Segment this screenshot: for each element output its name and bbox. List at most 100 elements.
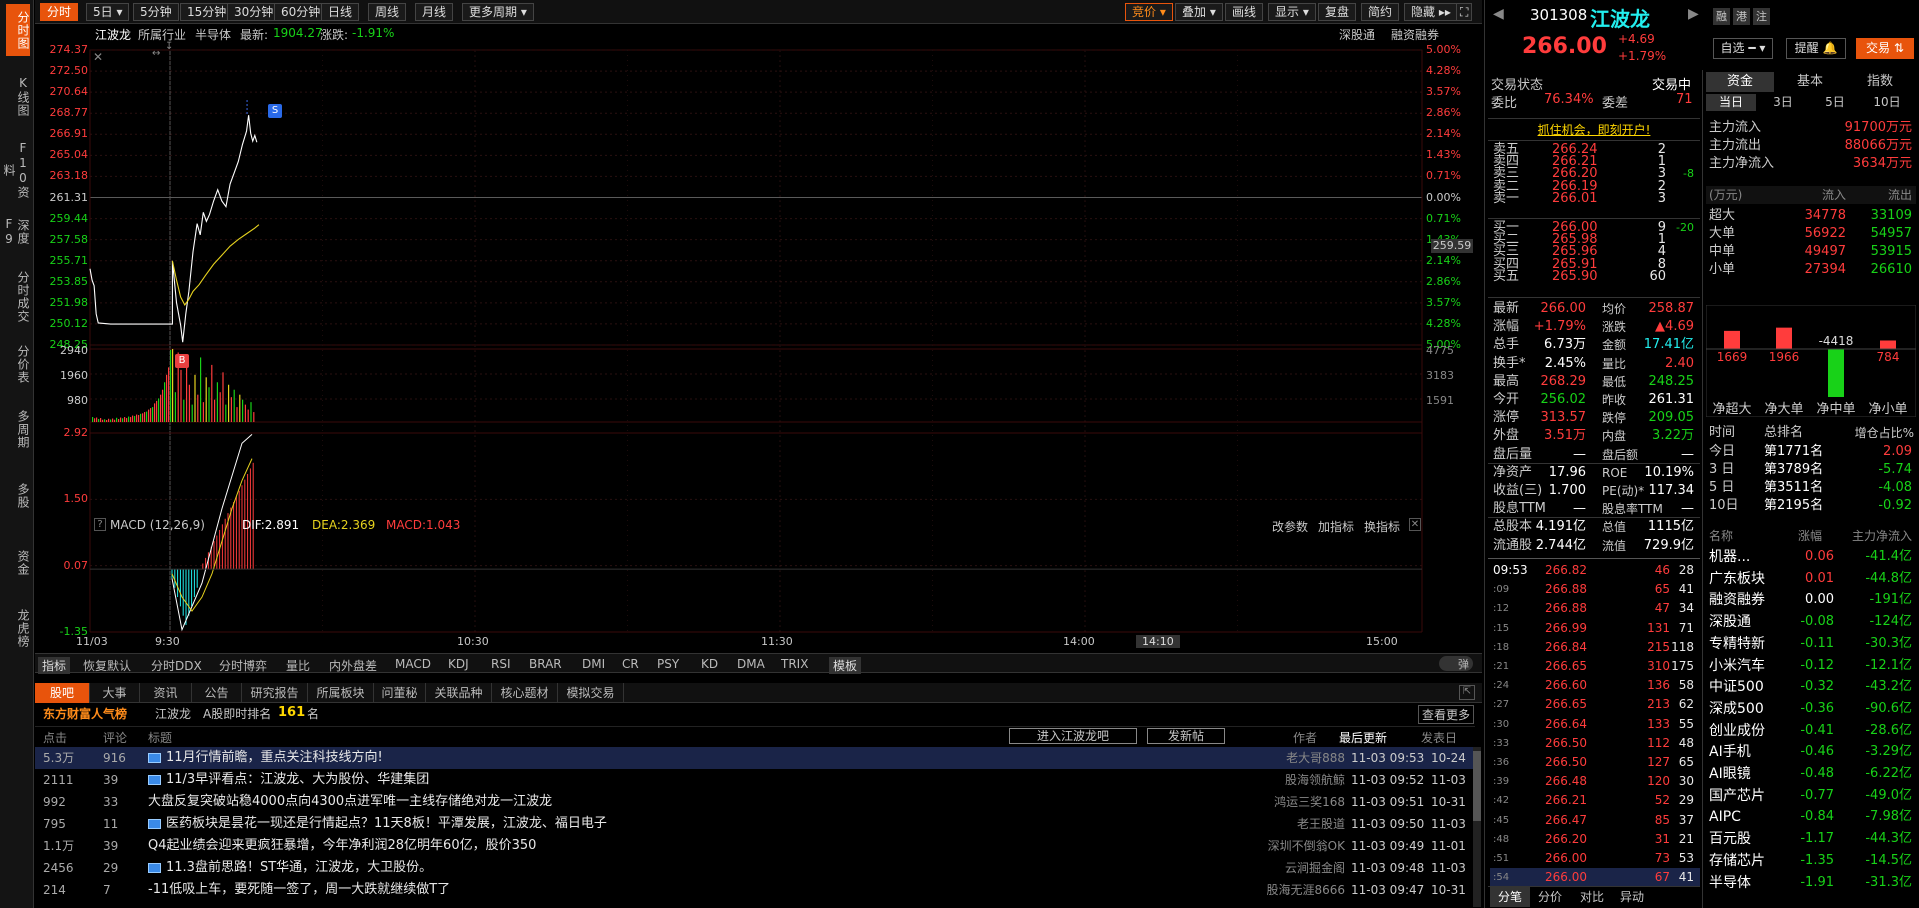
- news-author[interactable]: 老王股道: [1255, 813, 1345, 835]
- display-button[interactable]: 显示 ▾: [1268, 3, 1316, 21]
- tab-fund[interactable]: 资金: [1706, 72, 1774, 92]
- sector-row[interactable]: 专精特新 -0.11 -30.3亿: [1706, 633, 1916, 655]
- tab-announcements[interactable]: 公告: [192, 683, 242, 703]
- tab-core-topics[interactable]: 核心题材: [492, 683, 558, 703]
- ind-macd[interactable]: MACD: [395, 657, 431, 671]
- sector-row[interactable]: AI眼镜 -0.48 -6.22亿: [1706, 763, 1916, 785]
- nav-fund[interactable]: 资金: [4, 545, 30, 581]
- tab-guba[interactable]: 股吧: [35, 683, 90, 703]
- ind-template[interactable]: 模板: [829, 657, 862, 674]
- news-author[interactable]: 股海领航鲸: [1255, 769, 1345, 791]
- subtab-10d[interactable]: 10日: [1862, 94, 1912, 111]
- auction-button[interactable]: 竞价 ▾: [1125, 3, 1173, 21]
- news-row[interactable]: 5.3万 916 11月行情前瞻，重点关注科技线方向! 老大哥888 11-03 09:…: [35, 747, 1475, 769]
- ask-row[interactable]: 卖一 266.01 3: [1490, 192, 1700, 205]
- news-scroll-thumb[interactable]: [1473, 751, 1481, 821]
- ind-psy[interactable]: PSY: [657, 657, 679, 671]
- ind-kdj[interactable]: KDJ: [448, 657, 469, 671]
- add-indicator-button[interactable]: 加指标: [1318, 518, 1354, 535]
- help-icon[interactable]: ?: [94, 518, 106, 531]
- view-more-button[interactable]: 查看更多: [1418, 705, 1475, 724]
- news-title[interactable]: Q4起业绩会迎来更疯狂暴增，今年净利润28亿明年60亿，股价350: [148, 835, 536, 857]
- nav-multi-stock[interactable]: 多股: [4, 478, 30, 514]
- tab-research[interactable]: 研究报告: [242, 683, 308, 703]
- news-title[interactable]: -11低吸上车，要死随一签了，周一大跌就继续做T了: [148, 879, 450, 901]
- tab-intraday[interactable]: 分时: [40, 3, 79, 21]
- subtab-5d[interactable]: 5日: [1810, 94, 1860, 111]
- sell-marker[interactable]: S: [268, 104, 282, 118]
- sector-row[interactable]: 融资融券 0.00 -191亿: [1706, 589, 1916, 611]
- ind-dma[interactable]: DMA: [737, 657, 765, 671]
- tab-weekly[interactable]: 周线: [368, 3, 407, 21]
- sector-row[interactable]: AI手机 -0.46 -3.29亿: [1706, 741, 1916, 763]
- sector-row[interactable]: 小米汽车 -0.12 -12.1亿: [1706, 655, 1916, 677]
- bullet-toggle[interactable]: 弹: [1439, 656, 1473, 671]
- news-row[interactable]: 2111 39 11/3早评看点：江波龙、大为股份、华建集团 股海领航鲸 11-03 0…: [35, 769, 1475, 791]
- ind-restore-default[interactable]: 恢复默认: [83, 657, 131, 674]
- prev-stock-icon[interactable]: ◀: [1493, 6, 1504, 22]
- intraday-chart[interactable]: [35, 45, 1482, 653]
- nav-depth[interactable]: 深度F9: [2, 208, 30, 256]
- col-post-date[interactable]: 发表日: [1421, 729, 1457, 746]
- tab-more-periods[interactable]: 更多周期 ▾: [462, 3, 534, 21]
- sz-connect-label[interactable]: 深股通: [1339, 26, 1375, 43]
- ind-ddx[interactable]: 分时DDX: [151, 657, 202, 674]
- nav-kline[interactable]: K线图: [4, 70, 30, 122]
- tab-news[interactable]: 资讯: [140, 683, 192, 703]
- registered-icon[interactable]: 注: [1753, 8, 1770, 25]
- indicator-label[interactable]: 指标: [38, 657, 71, 674]
- news-title[interactable]: 大盘反复突破站稳4000点向4300点进军唯一主线存储绝对龙一江波龙: [148, 791, 552, 813]
- news-row[interactable]: 1.1万 39 Q4起业绩会迎来更疯狂暴增，今年净利润28亿明年60亿，股价350 深…: [35, 835, 1475, 857]
- tab-60min[interactable]: 60分钟: [274, 3, 328, 21]
- nav-f10[interactable]: F10资料: [2, 140, 30, 200]
- subtab-today[interactable]: 当日: [1706, 94, 1756, 111]
- tab-ticks[interactable]: 分笔: [1490, 887, 1530, 907]
- news-author[interactable]: 深圳不倒翁OK: [1255, 835, 1345, 857]
- nav-multi-period[interactable]: 多周期: [4, 405, 30, 453]
- watchlist-button[interactable]: 自选 ━ ▾: [1713, 38, 1773, 59]
- sector-row[interactable]: 深股通 -0.08 -124亿: [1706, 611, 1916, 633]
- sector-row[interactable]: 半导体 -1.91 -31.3亿: [1706, 872, 1916, 894]
- sector-row[interactable]: 存储芯片 -1.35 -14.5亿: [1706, 850, 1916, 872]
- tab-basic[interactable]: 基本: [1776, 72, 1844, 92]
- sector-col-flow[interactable]: 主力净流入: [1850, 527, 1912, 545]
- tab-15min[interactable]: 15分钟: [180, 3, 234, 21]
- tab-index[interactable]: 指数: [1846, 72, 1914, 92]
- news-title[interactable]: 医药板块是昙花一现还是行情起点？11天8板！平潭发展，江波龙、福日电子: [166, 813, 607, 835]
- ind-kd[interactable]: KD: [701, 657, 718, 671]
- news-row[interactable]: 795 11 医药板块是昙花一现还是行情起点？11天8板！平潭发展，江波龙、福日电子…: [35, 813, 1475, 835]
- ind-rsi[interactable]: RSI: [491, 657, 511, 671]
- new-post-button[interactable]: 发新帖: [1147, 728, 1225, 744]
- tab-daily[interactable]: 日线: [321, 3, 360, 21]
- nav-tick-trades[interactable]: 分时成交: [4, 268, 30, 326]
- expand-panel-icon[interactable]: ⇱: [1459, 685, 1475, 700]
- draw-line-button[interactable]: 画线: [1225, 3, 1264, 21]
- tab-monthly[interactable]: 月线: [415, 3, 454, 21]
- nav-intraday[interactable]: 分时图: [6, 4, 30, 56]
- news-title[interactable]: 11月行情前瞻，重点关注科技线方向!: [166, 747, 383, 769]
- news-scrollbar[interactable]: [1473, 747, 1481, 907]
- nav-price-table[interactable]: 分价表: [4, 340, 30, 388]
- news-row[interactable]: 2456 29 11.3盘前思路！ST华通，江波龙，大卫股份。 云涧掘金阁 11-03 …: [35, 857, 1475, 879]
- margin-label[interactable]: 融资融券: [1391, 26, 1439, 43]
- ind-game[interactable]: 分时博弈: [219, 657, 267, 674]
- nav-dragon-tiger[interactable]: 龙虎榜: [4, 603, 30, 653]
- ind-in-out-diff[interactable]: 内外盘差: [329, 657, 377, 674]
- tab-anomaly[interactable]: 异动: [1620, 887, 1644, 907]
- tab-events[interactable]: 大事: [90, 683, 140, 703]
- close-macd-icon[interactable]: ✕: [1409, 518, 1421, 531]
- tab-price-dist[interactable]: 分价: [1538, 887, 1562, 907]
- trade-button[interactable]: 交易 ⇅: [1856, 38, 1914, 59]
- sector-row[interactable]: 机器... 0.06 -41.4亿: [1706, 546, 1916, 568]
- sector-row[interactable]: 深成500 -0.36 -90.6亿: [1706, 698, 1916, 720]
- tab-compare[interactable]: 对比: [1580, 887, 1604, 907]
- tab-ask-secretary[interactable]: 问董秘: [374, 683, 426, 703]
- ind-cr[interactable]: CR: [622, 657, 639, 671]
- news-row[interactable]: 214 7 -11低吸上车，要死随一签了，周一大跌就继续做T了 股海无涯8666 11-…: [35, 879, 1475, 901]
- switch-indicator-button[interactable]: 换指标: [1364, 518, 1400, 535]
- remind-button[interactable]: 提醒 🔔: [1786, 38, 1846, 59]
- sector-row[interactable]: 国产芯片 -0.77 -49.0亿: [1706, 785, 1916, 807]
- news-author[interactable]: 鸿运三奖168: [1255, 791, 1345, 813]
- news-author[interactable]: 云涧掘金阁: [1255, 857, 1345, 879]
- col-last-update[interactable]: 最后更新: [1339, 729, 1387, 746]
